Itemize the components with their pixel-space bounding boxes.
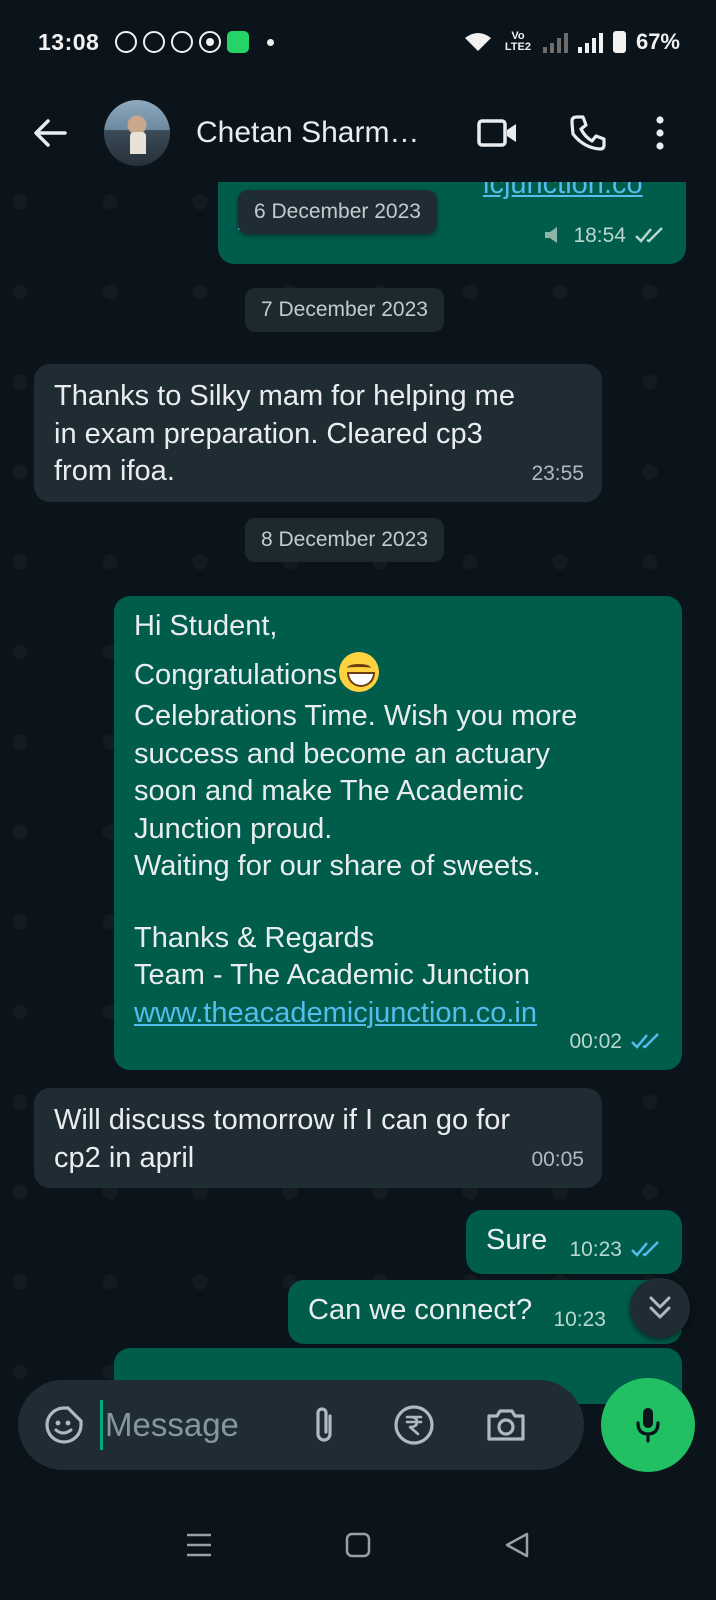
message-text-line: Junction proud. (134, 812, 333, 845)
message-text-line: Waiting for our share of sweets. (134, 850, 541, 882)
double-chevron-down-icon (649, 1296, 671, 1319)
more-vertical-icon (656, 116, 664, 150)
message-bubble-incoming[interactable]: Thanks to Silky mam for helping me in ex… (34, 364, 602, 502)
camera-button[interactable] (478, 1397, 534, 1453)
date-divider: 7 December 2023 (245, 288, 444, 332)
signal-sim1-icon (542, 31, 568, 53)
message-body: Celebrations Time. Wish you more success… (134, 698, 662, 886)
home-button[interactable] (328, 1515, 388, 1575)
battery-icon (612, 31, 626, 53)
whatsapp-icon (171, 31, 194, 53)
message-time: 10:23 (569, 1237, 622, 1261)
message-meta: 10:23 (553, 1301, 606, 1339)
contact-avatar[interactable] (104, 100, 170, 166)
grinning-emoji-icon (339, 651, 380, 692)
message-time: 10:23 (553, 1307, 606, 1331)
signal-sim2-icon (577, 31, 603, 53)
recent-apps-button[interactable] (169, 1515, 229, 1575)
more-options-button[interactable] (640, 105, 680, 161)
system-indicators: Vo LTE2 67% (463, 29, 680, 55)
message-time: 18:54 (573, 223, 626, 247)
back-nav-button[interactable] (487, 1515, 547, 1575)
date-divider-floating: 6 December 2023 (238, 190, 437, 234)
message-meta: 00:02 (569, 1023, 664, 1061)
home-square-icon (345, 1532, 371, 1558)
message-text-line: from ifoa. (54, 455, 175, 487)
volte-label: Vo LTE2 (504, 30, 531, 53)
menu-lines-icon (187, 1533, 212, 1557)
notification-icons (115, 31, 275, 53)
wifi-icon (464, 33, 491, 51)
voice-message-button[interactable] (601, 1378, 695, 1472)
battery-percent: 67% (635, 29, 680, 54)
back-arrow-icon (34, 119, 67, 147)
camera-icon (487, 1409, 525, 1441)
app-icon (227, 31, 250, 53)
message-time: 00:02 (569, 1029, 622, 1053)
chat-area[interactable]: icjunction.co ... 18:54 6 December 2023 … (0, 182, 716, 1404)
date-divider: 8 December 2023 (245, 518, 444, 562)
speaker-icon (545, 227, 558, 244)
more-notifications-dot (267, 38, 275, 46)
facebook-messenger-icon (199, 31, 222, 53)
message-text-line: Team - The Academic Junction (134, 959, 530, 991)
scroll-to-bottom-button[interactable] (630, 1278, 690, 1338)
message-meta: 00:05 (531, 1141, 584, 1179)
voice-call-button[interactable] (560, 105, 616, 161)
whatsapp-icon (143, 31, 166, 53)
video-call-icon (477, 119, 516, 147)
message-time: 23:55 (531, 461, 584, 485)
phone-icon (570, 115, 606, 151)
system-navigation-bar (0, 1490, 716, 1600)
back-button[interactable] (22, 105, 78, 161)
status-bar: 13:08 Vo LTE2 67% (0, 0, 716, 84)
status-time: 13:08 (38, 28, 100, 55)
message-meta: 18:54 (543, 217, 668, 255)
attach-button[interactable] (296, 1397, 352, 1453)
message-text-line: in exam preparation. Cleared cp3 (54, 417, 483, 450)
message-time: 00:05 (531, 1147, 584, 1171)
message-bubble-outgoing[interactable]: Can we connect? 10:23 (288, 1280, 682, 1344)
paperclip-icon (316, 1407, 332, 1442)
message-bubble-outgoing[interactable]: Hi Student, Congratulations Celebrations… (114, 596, 682, 1070)
message-text-line: Congratulations (134, 651, 662, 695)
double-tick-read-icon (631, 1033, 659, 1050)
message-text-line: Thanks & Regards (134, 921, 375, 954)
message-composer (18, 1380, 584, 1470)
contact-name[interactable]: Chetan Sharm… (196, 116, 446, 150)
payment-button[interactable] (386, 1397, 442, 1453)
message-bubble-outgoing[interactable]: Sure 10:23 (466, 1210, 682, 1274)
whatsapp-icon (115, 31, 138, 53)
message-text-line: Thanks to Silky mam for helping me (54, 380, 515, 412)
message-text-line: soon and make The Academic (134, 775, 524, 807)
message-meta: 23:55 (531, 455, 584, 493)
message-text: Can we connect? (308, 1294, 533, 1326)
message-link-fragment[interactable]: icjunction.co (483, 182, 643, 204)
message-text-line: Celebrations Time. Wish you more (134, 700, 578, 732)
message-text-line: Hi Student, (134, 610, 278, 642)
back-triangle-icon (505, 1532, 528, 1558)
double-tick-read-icon (631, 1241, 659, 1258)
message-text-congrats: Congratulations (134, 658, 338, 691)
sticker-emoji-icon (45, 1406, 83, 1444)
video-call-button[interactable] (470, 105, 526, 161)
message-text-line: success and become an actuary (134, 737, 550, 770)
message-text-line: cp2 in april (54, 1141, 195, 1174)
emoji-sticker-button[interactable] (36, 1397, 92, 1453)
message-meta: 10:23 (569, 1231, 664, 1269)
message-input[interactable] (100, 1400, 286, 1450)
chat-header: Chetan Sharm… (0, 84, 716, 182)
message-bubble-incoming[interactable]: Will discuss tomorrow if I can go for cp… (34, 1088, 602, 1188)
rupee-icon (394, 1405, 434, 1445)
double-tick-icon (635, 227, 663, 244)
message-text-line: Will discuss tomorrow if I can go for (54, 1104, 511, 1136)
microphone-icon (636, 1408, 660, 1443)
